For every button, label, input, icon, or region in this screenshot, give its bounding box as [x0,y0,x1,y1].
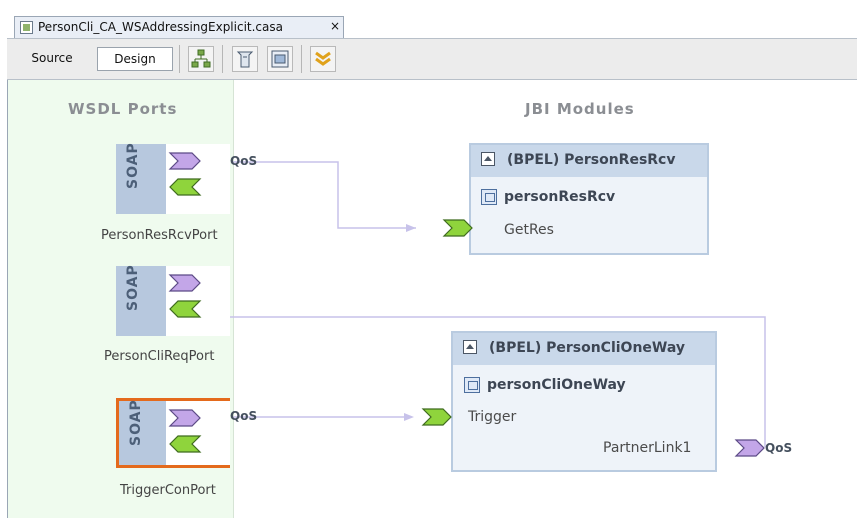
casa-file-icon [20,21,33,34]
soap-binding-block: SOAP [116,398,166,468]
soap-label: SOAP [128,399,144,446]
wsdl-port-triggercon[interactable]: SOAP [116,398,230,468]
toolbar-separator [179,45,180,73]
module-header: (BPEL) PersonResRcv [471,145,707,177]
port-endpoints [166,144,230,214]
editor-tab-bar: PersonCli_CA_WSAddressingExplicit.casa × [0,0,857,38]
close-icon[interactable]: × [330,19,340,33]
module-header: (BPEL) PersonCliOneWay [453,333,715,365]
provide-endpoint-icon[interactable] [421,407,453,427]
qos-badge[interactable]: QoS [230,409,257,423]
provide-endpoint-icon [169,300,202,318]
toolbar-separator [301,45,302,73]
provide-endpoint-icon[interactable] [442,218,474,238]
consume-endpoint-icon [168,274,201,292]
consume-endpoint-icon[interactable] [734,438,768,458]
service-unit-icon [464,377,480,393]
port-endpoints [166,398,230,468]
partner-link-name: PartnerLink1 [603,440,692,456]
port-name: PersonCliReqPort [104,349,215,364]
wsdl-port-personresrcv[interactable]: SOAP [116,142,230,214]
consume-endpoint-icon [168,152,201,170]
collapse-icon[interactable] [310,46,336,72]
editor-tab-title: PersonCli_CA_WSAddressingExplicit.casa [38,20,283,34]
source-button[interactable]: Source [14,47,90,71]
qos-badge[interactable]: QoS [230,154,257,168]
wsdl-port-personclireq[interactable]: SOAP [116,264,230,336]
build-project-icon[interactable] [188,46,214,72]
module-title: (BPEL) PersonCliOneWay [489,340,685,356]
collapse-module-icon[interactable] [463,340,477,354]
endpoint-name: Trigger [468,409,517,425]
design-canvas[interactable]: WSDL Ports JBI Modules SOAP QoS PersonRe… [7,80,857,518]
soap-label: SOAP [125,264,141,311]
test-icon[interactable] [232,46,258,72]
port-name: PersonResRcvPort [101,228,218,243]
soap-label: SOAP [125,142,141,189]
link-personresrcv [233,161,416,229]
soap-binding-block: SOAP [116,264,166,336]
service-unit-name: personCliOneWay [487,377,626,393]
module-title: (BPEL) PersonResRcv [507,152,676,168]
provide-endpoint-icon [169,435,202,453]
port-endpoints [166,266,230,336]
consume-endpoint-icon [168,409,201,427]
qos-badge[interactable]: QoS [765,441,792,455]
editor-tab[interactable]: PersonCli_CA_WSAddressingExplicit.casa × [14,16,344,38]
endpoint-name: GetRes [504,222,554,238]
port-name: TriggerConPort [120,483,216,498]
jbi-module-personclioneway[interactable]: (BPEL) PersonCliOneWay personCliOneWay T… [451,331,717,472]
jbi-module-personresrcv[interactable]: (BPEL) PersonResRcv personResRcv GetRes [469,143,709,255]
toolbar-separator [222,45,223,73]
design-button[interactable]: Design [97,47,173,71]
casa-toolbar: Source Design [7,38,857,80]
provide-endpoint-icon [169,178,202,196]
collapse-module-icon[interactable] [481,152,495,166]
service-unit-name: personResRcv [504,189,616,205]
soap-binding-block: SOAP [116,142,166,214]
service-unit-icon [481,189,497,205]
wsdl-icon[interactable] [267,46,293,72]
